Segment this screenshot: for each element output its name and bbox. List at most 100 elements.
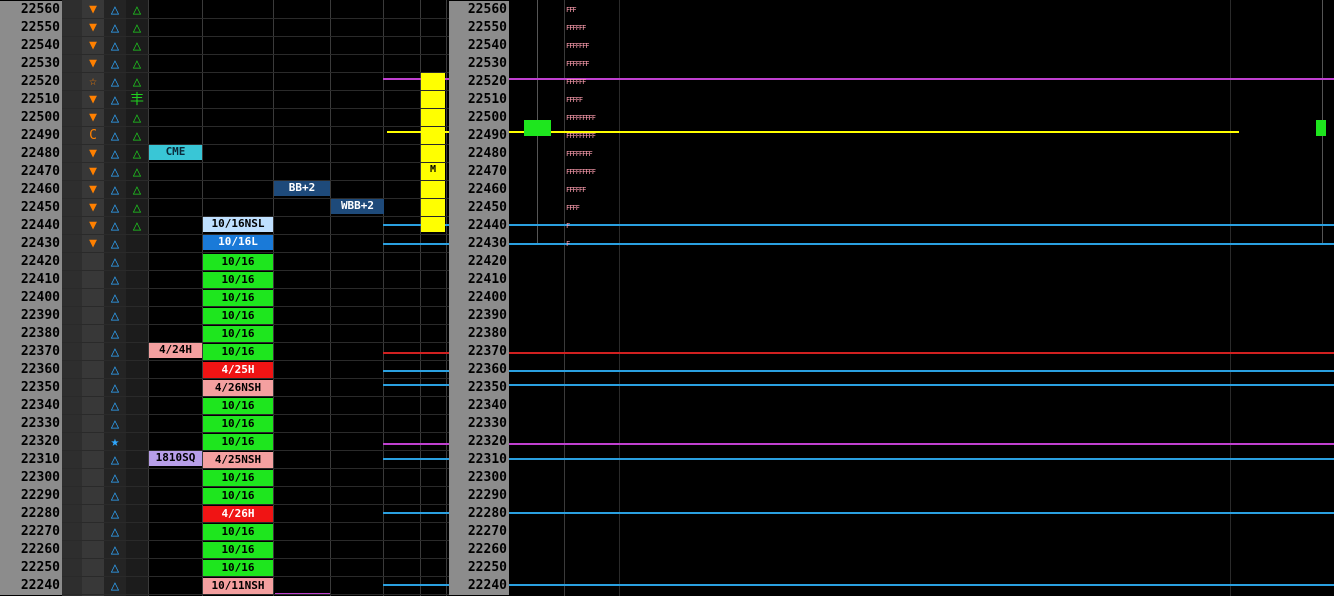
level-label[interactable]: 10/16 (203, 290, 273, 306)
price-label-right[interactable]: 22470 (449, 163, 509, 181)
triangle-up-icon: △ (110, 182, 120, 198)
price-label-left[interactable]: 22250 (0, 559, 62, 577)
price-label-left[interactable]: 22500 (0, 109, 62, 127)
level-label[interactable]: 4/26NSH (203, 380, 273, 396)
price-label-left[interactable]: 22320 (0, 433, 62, 451)
price-label-right[interactable]: 22540 (449, 37, 509, 55)
price-label-right[interactable]: 22310 (449, 451, 509, 469)
price-label-right[interactable]: 22390 (449, 307, 509, 325)
price-label-right[interactable]: 22340 (449, 397, 509, 415)
level-label[interactable]: 10/16 (203, 254, 273, 270)
price-label-left[interactable]: 22420 (0, 253, 62, 271)
price-label-left[interactable]: 22460 (0, 181, 62, 199)
price-label-left[interactable]: 22350 (0, 379, 62, 397)
price-label-left[interactable]: 22270 (0, 523, 62, 541)
price-label-right[interactable]: 22450 (449, 199, 509, 217)
level-label[interactable]: 10/16 (203, 470, 273, 486)
price-label-left[interactable]: 22430 (0, 235, 62, 253)
price-label-right[interactable]: 22430 (449, 235, 509, 253)
price-label-right[interactable]: 22530 (449, 55, 509, 73)
tpo-row: FFFFFFFFF (566, 168, 596, 176)
price-label-right[interactable]: 22380 (449, 325, 509, 343)
price-label-right[interactable]: 22440 (449, 217, 509, 235)
price-label-left[interactable]: 22540 (0, 37, 62, 55)
price-label-left[interactable]: 22360 (0, 361, 62, 379)
level-label[interactable]: 4/25H (203, 362, 273, 378)
price-label-right[interactable]: 22410 (449, 271, 509, 289)
price-label-right[interactable]: 22290 (449, 487, 509, 505)
price-label-left[interactable]: 22400 (0, 289, 62, 307)
price-label-right[interactable]: 22520 (449, 73, 509, 91)
price-label-right[interactable]: 22400 (449, 289, 509, 307)
price-label-left[interactable]: 22380 (0, 325, 62, 343)
triangle-up-icon: △ (132, 20, 142, 36)
level-label[interactable]: 10/16 (203, 524, 273, 540)
price-label-left[interactable]: 22340 (0, 397, 62, 415)
level-label[interactable]: 10/11NSH (203, 578, 273, 594)
price-label-right[interactable]: 22240 (449, 577, 509, 595)
level-label[interactable]: 10/16 (203, 272, 273, 288)
price-label-left[interactable]: 22470 (0, 163, 62, 181)
price-label-left[interactable]: 22260 (0, 541, 62, 559)
h424-label[interactable]: 4/24H (149, 342, 202, 358)
level-label[interactable]: 10/16 (203, 308, 273, 324)
price-label-right[interactable]: 22280 (449, 505, 509, 523)
price-label-right[interactable]: 22270 (449, 523, 509, 541)
tpo-row: FFF (566, 6, 577, 14)
price-label-right[interactable]: 22360 (449, 361, 509, 379)
price-label-left[interactable]: 22530 (0, 55, 62, 73)
level-label[interactable]: 10/16 (203, 434, 273, 450)
price-label-right[interactable]: 22560 (449, 1, 509, 19)
level-label[interactable]: 10/16 (203, 488, 273, 504)
price-label-right[interactable]: 22350 (449, 379, 509, 397)
price-label-left[interactable]: 22520 (0, 73, 62, 91)
price-label-left[interactable]: 22390 (0, 307, 62, 325)
triangle-up-icon: △ (132, 128, 142, 144)
price-label-left[interactable]: 22410 (0, 271, 62, 289)
price-label-left[interactable]: 22480 (0, 145, 62, 163)
price-label-right[interactable]: 22370 (449, 343, 509, 361)
cme-label[interactable]: CME (149, 144, 202, 160)
price-label-right[interactable]: 22420 (449, 253, 509, 271)
price-label-right[interactable]: 22300 (449, 469, 509, 487)
price-label-left[interactable]: 22330 (0, 415, 62, 433)
price-label-left[interactable]: 22240 (0, 577, 62, 595)
l1016l-label[interactable]: 10/16L (203, 234, 273, 250)
price-label-right[interactable]: 22320 (449, 433, 509, 451)
price-label-left[interactable]: 22490 (0, 127, 62, 145)
triangle-up-icon: △ (110, 290, 120, 306)
level-label[interactable]: 10/16 (203, 416, 273, 432)
price-label-left[interactable]: 22450 (0, 199, 62, 217)
sq1810-label[interactable]: 1810SQ (149, 450, 202, 466)
price-label-right[interactable]: 22490 (449, 127, 509, 145)
level-label[interactable]: 10/16 (203, 560, 273, 576)
price-label-left[interactable]: 22560 (0, 1, 62, 19)
price-label-right[interactable]: 22480 (449, 145, 509, 163)
price-label-left[interactable]: 22550 (0, 19, 62, 37)
price-label-left[interactable]: 22310 (0, 451, 62, 469)
price-label-left[interactable]: 22510 (0, 91, 62, 109)
price-label-right[interactable]: 22260 (449, 541, 509, 559)
level-label[interactable]: 4/25NSH (203, 452, 273, 468)
price-label-right[interactable]: 22510 (449, 91, 509, 109)
level-label[interactable]: 10/16 (203, 542, 273, 558)
price-label-right[interactable]: 22330 (449, 415, 509, 433)
price-label-right[interactable]: 22460 (449, 181, 509, 199)
price-label-left[interactable]: 22280 (0, 505, 62, 523)
price-label-right[interactable]: 22250 (449, 559, 509, 577)
level-label[interactable]: 10/16 (203, 326, 273, 342)
price-label-left[interactable]: 22440 (0, 217, 62, 235)
l1016nsl-label[interactable]: 10/16NSL (203, 216, 273, 232)
price-label-right[interactable]: 22500 (449, 109, 509, 127)
bb2-label[interactable]: BB+2 (274, 180, 330, 196)
price-label-left[interactable]: 22290 (0, 487, 62, 505)
level-label[interactable]: 4/26H (203, 506, 273, 522)
level-label[interactable]: 10/16 (203, 344, 273, 360)
triangle-down-icon: ▼ (89, 164, 97, 179)
price-label-left[interactable]: 22370 (0, 343, 62, 361)
price-label-left[interactable]: 22300 (0, 469, 62, 487)
level-label[interactable]: 10/16 (203, 398, 273, 414)
wbb2-label[interactable]: WBB+2 (331, 198, 384, 214)
triangle-up-icon: △ (132, 38, 142, 54)
price-label-right[interactable]: 22550 (449, 19, 509, 37)
